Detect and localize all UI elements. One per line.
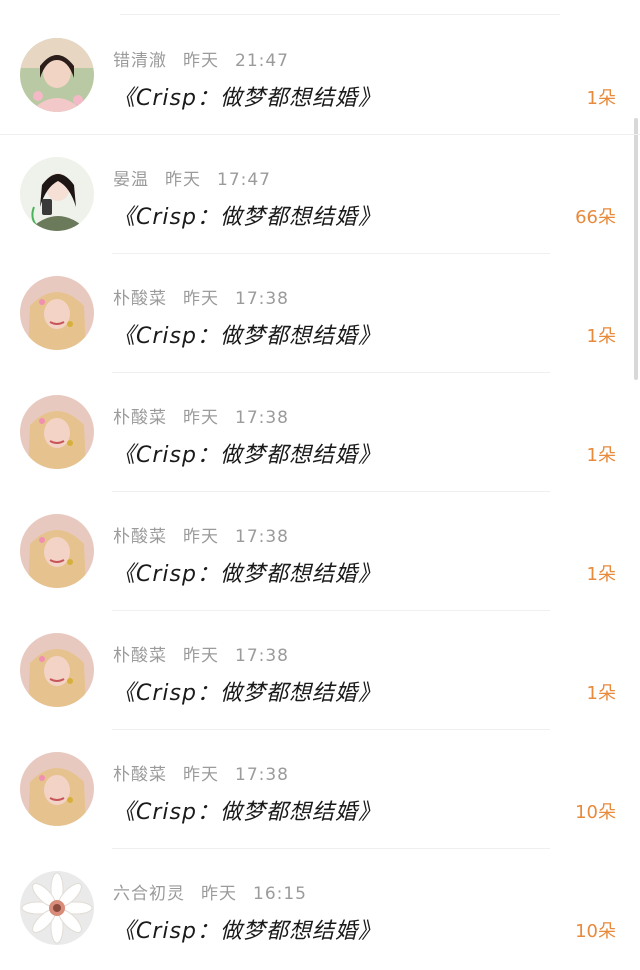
username[interactable]: 朴酸菜: [113, 765, 167, 785]
time-label: 17:38: [235, 289, 289, 309]
time-label: 17:38: [235, 765, 289, 785]
avatar[interactable]: [20, 157, 94, 231]
book-title[interactable]: 《Crisp：做梦都想结婚》: [113, 913, 381, 945]
list-item[interactable]: 朴酸菜 昨天 17:38 《Crisp：做梦都想结婚》 1朵: [0, 611, 640, 730]
date-label: 昨天: [183, 646, 219, 666]
comment-meta: 朴酸菜 昨天 17:38: [113, 641, 305, 666]
flower-count: 1朵: [586, 564, 616, 585]
list-item[interactable]: 朴酸菜 昨天 17:38 《Crisp：做梦都想结婚》 1朵: [0, 492, 640, 611]
list-item[interactable]: 朴酸菜 昨天 17:38 《Crisp：做梦都想结婚》 1朵: [0, 373, 640, 492]
time-label: 21:47: [235, 51, 289, 71]
comment-meta: 朴酸菜 昨天 17:38: [113, 522, 305, 547]
avatar[interactable]: [20, 633, 94, 707]
time-label: 17:38: [235, 646, 289, 666]
list-item[interactable]: 朴酸菜 昨天 17:38 《Crisp：做梦都想结婚》 10朵: [0, 730, 640, 849]
username[interactable]: 朴酸菜: [113, 527, 167, 547]
date-label: 昨天: [165, 170, 201, 190]
time-label: 17:47: [217, 170, 271, 190]
date-label: 昨天: [183, 51, 219, 71]
flower-count: 1朵: [586, 88, 616, 109]
username[interactable]: 错清澈: [113, 51, 167, 71]
comment-meta: 朴酸菜 昨天 17:38: [113, 403, 305, 428]
flower-count: 1朵: [586, 445, 616, 466]
list-item[interactable]: 朴酸菜 昨天 17:38 《Crisp：做梦都想结婚》 1朵: [0, 254, 640, 373]
avatar[interactable]: [20, 752, 94, 826]
list-item[interactable]: 六合初灵 昨天 16:15 《Crisp：做梦都想结婚》 10朵: [0, 849, 640, 968]
comment-meta: 错清澈 昨天 21:47: [113, 46, 305, 71]
comment-meta: 晏温 昨天 17:47: [113, 165, 287, 190]
comment-meta: 朴酸菜 昨天 17:38: [113, 760, 305, 785]
time-label: 17:38: [235, 527, 289, 547]
flower-count: 66朵: [575, 207, 616, 228]
username[interactable]: 朴酸菜: [113, 289, 167, 309]
date-label: 昨天: [201, 884, 237, 904]
date-label: 昨天: [183, 408, 219, 428]
book-title[interactable]: 《Crisp：做梦都想结婚》: [113, 80, 381, 112]
avatar[interactable]: [20, 514, 94, 588]
comment-meta: 六合初灵 昨天 16:15: [113, 879, 323, 904]
time-label: 17:38: [235, 408, 289, 428]
top-divider: [120, 14, 560, 15]
book-title[interactable]: 《Crisp：做梦都想结婚》: [113, 794, 381, 826]
list-item[interactable]: 晏温 昨天 17:47 《Crisp：做梦都想结婚》 66朵: [0, 135, 640, 254]
book-title[interactable]: 《Crisp：做梦都想结婚》: [113, 199, 381, 231]
date-label: 昨天: [183, 289, 219, 309]
list-item[interactable]: 错清澈 昨天 21:47 《Crisp：做梦都想结婚》 1朵: [0, 16, 640, 135]
time-label: 16:15: [253, 884, 307, 904]
username[interactable]: 朴酸菜: [113, 646, 167, 666]
avatar[interactable]: [20, 395, 94, 469]
username[interactable]: 六合初灵: [113, 884, 185, 904]
comment-meta: 朴酸菜 昨天 17:38: [113, 284, 305, 309]
book-title[interactable]: 《Crisp：做梦都想结婚》: [113, 437, 381, 469]
comment-list: 错清澈 昨天 21:47 《Crisp：做梦都想结婚》 1朵 晏温 昨天 17:47 《…: [0, 16, 640, 968]
flower-count: 10朵: [575, 802, 616, 823]
date-label: 昨天: [183, 527, 219, 547]
book-title[interactable]: 《Crisp：做梦都想结婚》: [113, 318, 381, 350]
avatar[interactable]: [20, 38, 94, 112]
flower-count: 1朵: [586, 326, 616, 347]
date-label: 昨天: [183, 765, 219, 785]
username[interactable]: 朴酸菜: [113, 408, 167, 428]
book-title[interactable]: 《Crisp：做梦都想结婚》: [113, 556, 381, 588]
flower-count: 10朵: [575, 921, 616, 942]
avatar[interactable]: [20, 871, 94, 945]
avatar[interactable]: [20, 276, 94, 350]
username[interactable]: 晏温: [113, 170, 149, 190]
book-title[interactable]: 《Crisp：做梦都想结婚》: [113, 675, 381, 707]
flower-count: 1朵: [586, 683, 616, 704]
